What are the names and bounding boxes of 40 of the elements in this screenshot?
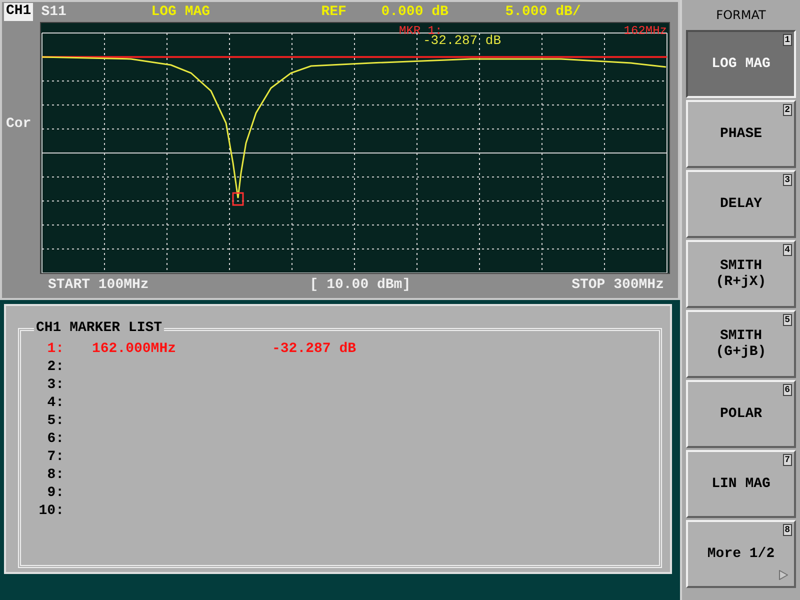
parameter-label: S11	[41, 3, 68, 22]
marker-index: 3:	[46, 376, 64, 394]
stop-frequency: STOP 300MHz	[572, 276, 664, 295]
key-number: 3	[782, 174, 792, 186]
softkey-button[interactable]: LOG MAG 1	[686, 30, 796, 98]
marker-index: 4:	[46, 394, 64, 412]
correction-label: Cor	[6, 116, 32, 132]
marker-index: 10:	[38, 502, 64, 520]
reference-value: 0.000 dB	[381, 3, 450, 22]
channel-label: CH1	[4, 3, 34, 21]
key-number: 2	[782, 104, 792, 116]
softkey-button[interactable]: POLAR 6	[686, 380, 796, 448]
reference-label: REF	[321, 3, 348, 22]
marker-index: 8:	[46, 466, 64, 484]
marker-frequency: 162.000MHz	[92, 340, 178, 358]
key-number: 5	[782, 314, 792, 326]
key-number: 1	[782, 34, 792, 46]
softkey-button[interactable]: SMITH (G+jB) 5	[686, 310, 796, 378]
key-number: 7	[782, 454, 792, 466]
softkey-button[interactable]: DELAY 3	[686, 170, 796, 238]
softkey-button[interactable]: PHASE 2	[686, 100, 796, 168]
softkey-button[interactable]: SMITH (R+jX) 4	[686, 240, 796, 308]
key-number: 6	[782, 384, 792, 396]
source-power: [ 10.00 dBm]	[310, 276, 411, 295]
menu-title: FORMAT	[715, 7, 767, 24]
marker-index: 2:	[46, 358, 64, 376]
marker-value: -32.287 dB	[272, 341, 356, 357]
start-frequency: START 100MHz	[48, 276, 149, 295]
marker-index: 5:	[46, 412, 64, 430]
marker-icon	[232, 192, 244, 206]
key-number: 4	[782, 244, 792, 256]
softkey-button[interactable]: LIN MAG 7	[686, 450, 796, 518]
marker-index: 1:	[46, 340, 64, 358]
marker-index: 6:	[46, 430, 64, 448]
softkey-button[interactable]: More 1/2 8	[686, 520, 796, 588]
marker-index: 7:	[46, 448, 64, 466]
key-number: 8	[782, 524, 792, 536]
scale-value: 5.000 dB/	[505, 3, 581, 22]
marker-index: 9:	[46, 484, 64, 502]
format-label: LOG MAG	[151, 3, 212, 22]
